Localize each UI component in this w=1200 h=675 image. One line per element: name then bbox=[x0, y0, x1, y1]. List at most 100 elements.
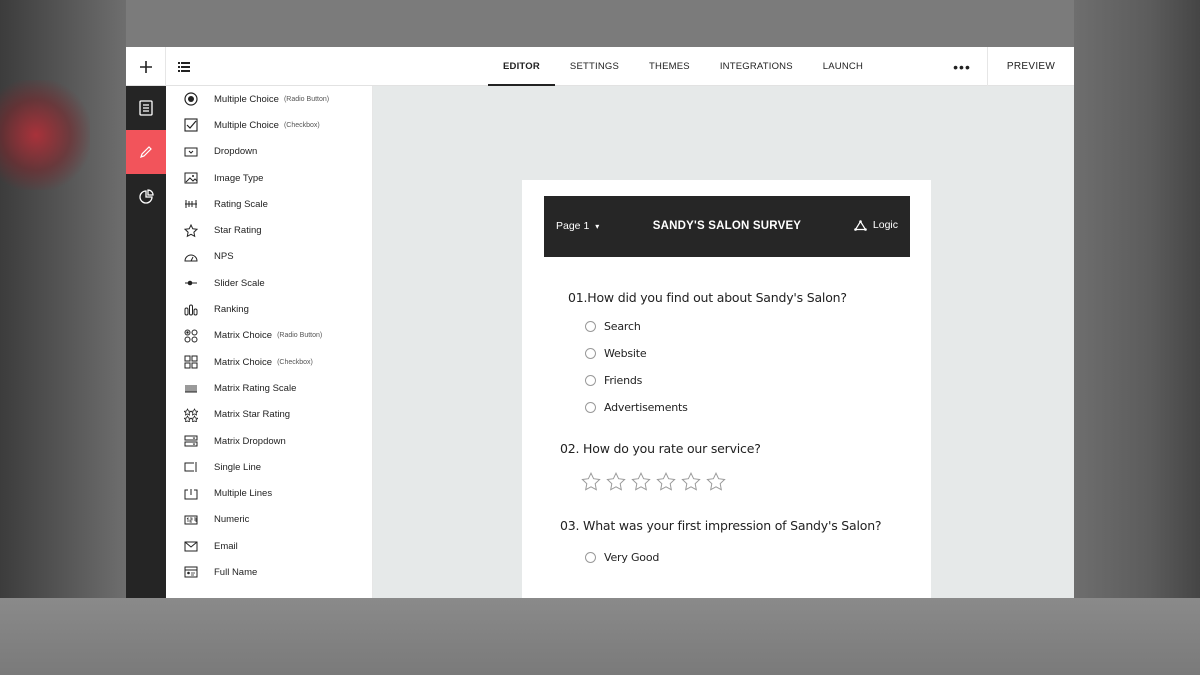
tab-editor[interactable]: EDITOR bbox=[488, 47, 555, 86]
palette-item-label: Full Name bbox=[214, 566, 258, 578]
palette-item-label: Star Rating bbox=[214, 225, 262, 237]
radio-button[interactable] bbox=[585, 348, 596, 359]
option-label: Advertisements bbox=[604, 401, 688, 414]
question-1-title[interactable]: 01.How did you find out about Sandy's Sa… bbox=[568, 290, 847, 305]
palette-item-label: Multiple Choice bbox=[214, 119, 279, 131]
palette-item-label: Ranking bbox=[214, 304, 249, 316]
option-search[interactable]: Search bbox=[585, 320, 641, 333]
checkbox-icon bbox=[183, 117, 199, 133]
slider-icon bbox=[183, 275, 199, 291]
radio-button-icon bbox=[183, 91, 199, 107]
palette-item-sublabel: (Radio Button) bbox=[277, 332, 323, 340]
tab-integrations[interactable]: INTEGRATIONS bbox=[705, 47, 808, 86]
palette-item-multiple-choice-radio[interactable]: Multiple Choice (Radio Button) bbox=[166, 86, 372, 112]
star-icon[interactable] bbox=[706, 472, 726, 491]
question-3-title[interactable]: 03. What was your first impression of Sa… bbox=[560, 518, 882, 533]
radio-button[interactable] bbox=[585, 375, 596, 386]
palette-item-nps[interactable]: NPS bbox=[166, 244, 372, 270]
palette-item-rating-scale[interactable]: Rating Scale bbox=[166, 191, 372, 217]
pencil-icon[interactable] bbox=[126, 130, 166, 174]
palette-item-image-type[interactable]: Image Type bbox=[166, 165, 372, 191]
numeric-icon bbox=[183, 512, 199, 528]
background-red-blur bbox=[0, 80, 90, 190]
palette-item-dropdown[interactable]: Dropdown bbox=[166, 139, 372, 165]
email-icon bbox=[183, 538, 199, 554]
tab-themes[interactable]: THEMES bbox=[634, 47, 705, 86]
option-label: Search bbox=[604, 320, 641, 333]
palette-item-label: Matrix Dropdown bbox=[214, 435, 286, 447]
palette-item-multiple-lines[interactable]: Multiple Lines bbox=[166, 480, 372, 506]
logic-label: Logic bbox=[872, 219, 898, 231]
palette-item-label: Matrix Rating Scale bbox=[214, 382, 297, 394]
palette-item-email[interactable]: Email bbox=[166, 533, 372, 559]
palette-item-label: Matrix Star Rating bbox=[214, 409, 291, 421]
palette-item-label: NPS bbox=[214, 251, 234, 263]
palette-item-label: Email bbox=[214, 540, 238, 552]
more-options-icon[interactable]: ••• bbox=[950, 47, 974, 86]
option-website[interactable]: Website bbox=[585, 347, 647, 360]
left-rail bbox=[126, 86, 166, 598]
star-icon[interactable] bbox=[606, 472, 626, 491]
option-label: Friends bbox=[604, 374, 643, 387]
palette-item-label: Slider Scale bbox=[214, 277, 265, 289]
palette-item-ranking[interactable]: Ranking bbox=[166, 296, 372, 322]
star-icon[interactable] bbox=[631, 472, 651, 491]
star-icon[interactable] bbox=[581, 472, 601, 491]
palette-item-sublabel: (Checkbox) bbox=[283, 121, 320, 129]
tab-settings[interactable]: SETTINGS bbox=[555, 47, 634, 86]
question-types-palette: Multiple Choice (Radio Button) Multiple … bbox=[166, 86, 373, 598]
pie-chart-icon[interactable] bbox=[126, 174, 166, 218]
palette-item-numeric[interactable]: Numeric bbox=[166, 507, 372, 533]
radio-button[interactable] bbox=[585, 552, 596, 563]
logic-button[interactable]: Logic bbox=[854, 219, 898, 231]
single-line-icon bbox=[183, 459, 199, 475]
palette-item-single-line[interactable]: Single Line bbox=[166, 454, 372, 480]
palette-item-label: Multiple Lines bbox=[214, 488, 273, 500]
palette-item-star-rating[interactable]: Star Rating bbox=[166, 217, 372, 243]
matrix-star-icon bbox=[183, 407, 199, 423]
palette-item-matrix-choice-checkbox[interactable]: Matrix Choice (Checkbox) bbox=[166, 349, 372, 375]
star-rating bbox=[581, 472, 726, 491]
full-name-icon bbox=[183, 564, 199, 580]
palette-item-multiple-choice-checkbox[interactable]: Multiple Choice (Checkbox) bbox=[166, 112, 372, 138]
survey-editor-window: EDITOR SETTINGS THEMES INTEGRATIONS LAUN… bbox=[126, 47, 1074, 598]
add-icon[interactable] bbox=[126, 47, 166, 86]
star-icon[interactable] bbox=[681, 472, 701, 491]
star-icon[interactable] bbox=[656, 472, 676, 491]
palette-item-label: Matrix Choice bbox=[214, 330, 273, 342]
rating-scale-icon bbox=[183, 196, 199, 212]
option-advertisements[interactable]: Advertisements bbox=[585, 401, 688, 414]
option-label: Website bbox=[604, 347, 647, 360]
radio-button[interactable] bbox=[585, 321, 596, 332]
survey-canvas: Page 1 ▾ SANDY'S SALON SURVEY Logic 01.H… bbox=[373, 86, 1074, 598]
radio-button[interactable] bbox=[585, 402, 596, 413]
option-very-good[interactable]: Very Good bbox=[585, 551, 659, 564]
top-bar: EDITOR SETTINGS THEMES INTEGRATIONS LAUN… bbox=[126, 47, 1074, 86]
palette-item-sublabel: (Checkbox) bbox=[277, 358, 313, 366]
tab-launch[interactable]: LAUNCH bbox=[808, 47, 878, 86]
palette-item-label: Numeric bbox=[214, 514, 250, 526]
palette-item-matrix-star-rating[interactable]: Matrix Star Rating bbox=[166, 402, 372, 428]
list-icon[interactable] bbox=[166, 47, 202, 86]
palette-item-slider-scale[interactable]: Slider Scale bbox=[166, 270, 372, 296]
palette-item-matrix-choice-radio[interactable]: Matrix Choice (Radio Button) bbox=[166, 323, 372, 349]
question-2-title[interactable]: 02. How do you rate our service? bbox=[560, 441, 761, 456]
dropdown-icon bbox=[183, 144, 199, 160]
palette-item-sublabel: (Radio Button) bbox=[283, 95, 330, 103]
image-icon bbox=[183, 170, 199, 186]
option-friends[interactable]: Friends bbox=[585, 374, 642, 387]
logic-icon bbox=[854, 219, 867, 231]
palette-item-label: Single Line bbox=[214, 461, 262, 473]
palette-item-matrix-rating-scale[interactable]: Matrix Rating Scale bbox=[166, 375, 372, 401]
matrix-dropdown-icon bbox=[183, 433, 199, 449]
option-label: Very Good bbox=[604, 551, 660, 564]
multiple-lines-icon bbox=[183, 486, 199, 502]
palette-item-full-name[interactable]: Full Name bbox=[166, 559, 372, 585]
document-icon[interactable] bbox=[126, 86, 166, 130]
preview-button[interactable]: PREVIEW bbox=[987, 47, 1074, 86]
palette-item-matrix-dropdown[interactable]: Matrix Dropdown bbox=[166, 428, 372, 454]
main-tabs: EDITOR SETTINGS THEMES INTEGRATIONS LAUN… bbox=[488, 47, 878, 86]
palette-item-label: Multiple Choice bbox=[214, 93, 279, 105]
matrix-rating-icon bbox=[183, 380, 199, 396]
palette-item-label: Rating Scale bbox=[214, 198, 268, 210]
